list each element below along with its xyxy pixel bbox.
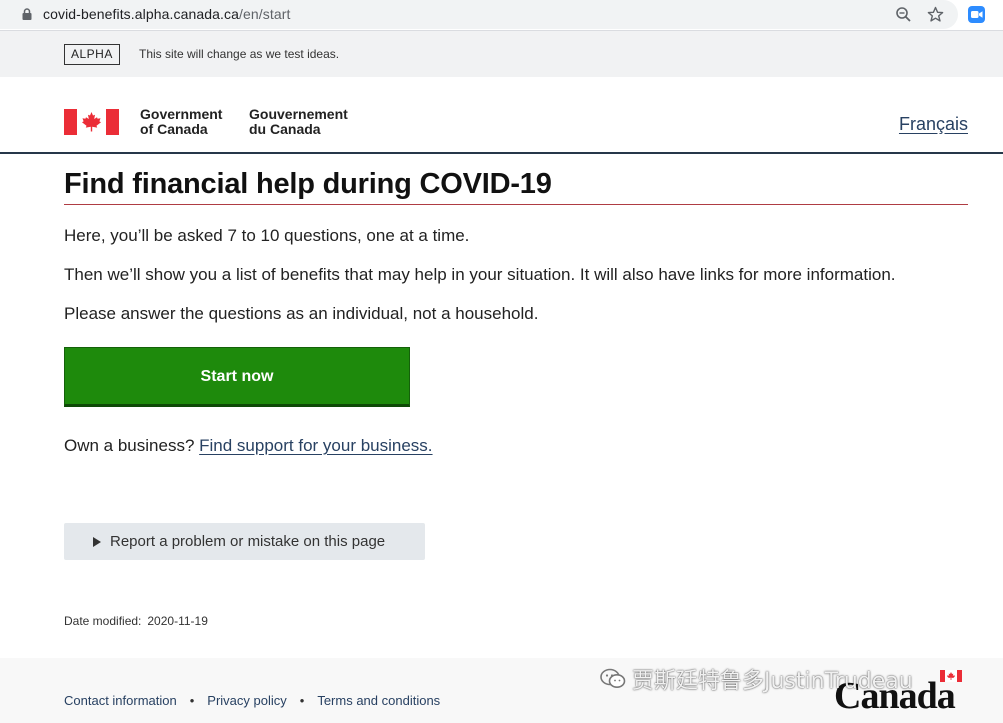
footer-separator: •	[299, 693, 305, 708]
business-prompt: Own a business?	[64, 436, 195, 455]
privacy-policy-link[interactable]: Privacy policy	[207, 693, 286, 708]
wordmark-fr-line2: du Canada	[249, 121, 321, 137]
url-path: /en/start	[239, 6, 291, 22]
chat-bubbles-icon	[600, 668, 626, 688]
canada-flag-icon[interactable]	[64, 109, 119, 135]
wordmark-fr-line1: Gouvernement	[249, 106, 348, 122]
intro-paragraph: Here, you’ll be asked 7 to 10 questions,…	[64, 226, 470, 245]
header-divider	[0, 152, 1003, 154]
intro-paragraph: Please answer the questions as an indivi…	[64, 304, 539, 323]
language-toggle-link[interactable]: Français	[899, 114, 968, 135]
business-support-link[interactable]: Find support for your business.	[199, 436, 432, 455]
footer-separator: •	[189, 693, 195, 708]
contact-information-link[interactable]: Contact information	[64, 693, 177, 708]
star-icon[interactable]	[927, 6, 944, 23]
wordmark-en-line2: of Canada	[140, 121, 208, 137]
date-modified-label: Date modified:	[64, 614, 142, 628]
lock-icon[interactable]	[22, 8, 32, 20]
expand-triangle-icon	[93, 537, 101, 547]
date-modified: Date modified: 2020-11-19	[64, 614, 208, 628]
business-support-line: Own a business? Find support for your bu…	[64, 436, 433, 456]
alpha-tag: ALPHA	[64, 44, 120, 65]
terms-and-conditions-link[interactable]: Terms and conditions	[317, 693, 440, 708]
report-problem-button[interactable]: Report a problem or mistake on this page	[64, 523, 425, 560]
watermark-text: 贾斯廷特鲁多JustinTrudeau	[632, 669, 913, 694]
extension-icon[interactable]	[968, 6, 985, 23]
intro-paragraph: Then we’ll show you a list of benefits t…	[64, 265, 896, 284]
alpha-notice-text: This site will change as we test ideas.	[139, 47, 340, 61]
canada-wordmark-flag-icon	[940, 670, 962, 682]
page-title: Find financial help during COVID-19	[64, 168, 552, 200]
date-modified-value: 2020-11-19	[147, 614, 208, 628]
wordmark-english: Government of Canada	[140, 107, 222, 137]
browser-toolbar: covid-benefits.alpha.canada.ca/en/start	[0, 0, 1003, 30]
wordmark-en-line1: Government	[140, 106, 223, 122]
footer-links: Contact information • Privacy policy • Terms…	[64, 693, 440, 708]
url-text[interactable]: covid-benefits.alpha.canada.ca/en/start	[43, 6, 291, 22]
start-now-button[interactable]: Start now	[64, 347, 410, 407]
zoom-icon[interactable]	[895, 6, 912, 23]
site-header: Government of Canada Gouvernement du Can…	[0, 77, 1003, 153]
alpha-banner: ALPHA This site will change as we test i…	[0, 31, 1003, 77]
wordmark-french: Gouvernement du Canada	[249, 107, 348, 137]
report-problem-label: Report a problem or mistake on this page	[110, 533, 386, 550]
url-host: covid-benefits.alpha.canada.ca	[43, 6, 240, 22]
watermark: 贾斯廷特鲁多JustinTrudeau	[600, 666, 913, 694]
title-underline	[64, 204, 968, 205]
address-bar[interactable]: covid-benefits.alpha.canada.ca/en/start	[0, 0, 958, 29]
